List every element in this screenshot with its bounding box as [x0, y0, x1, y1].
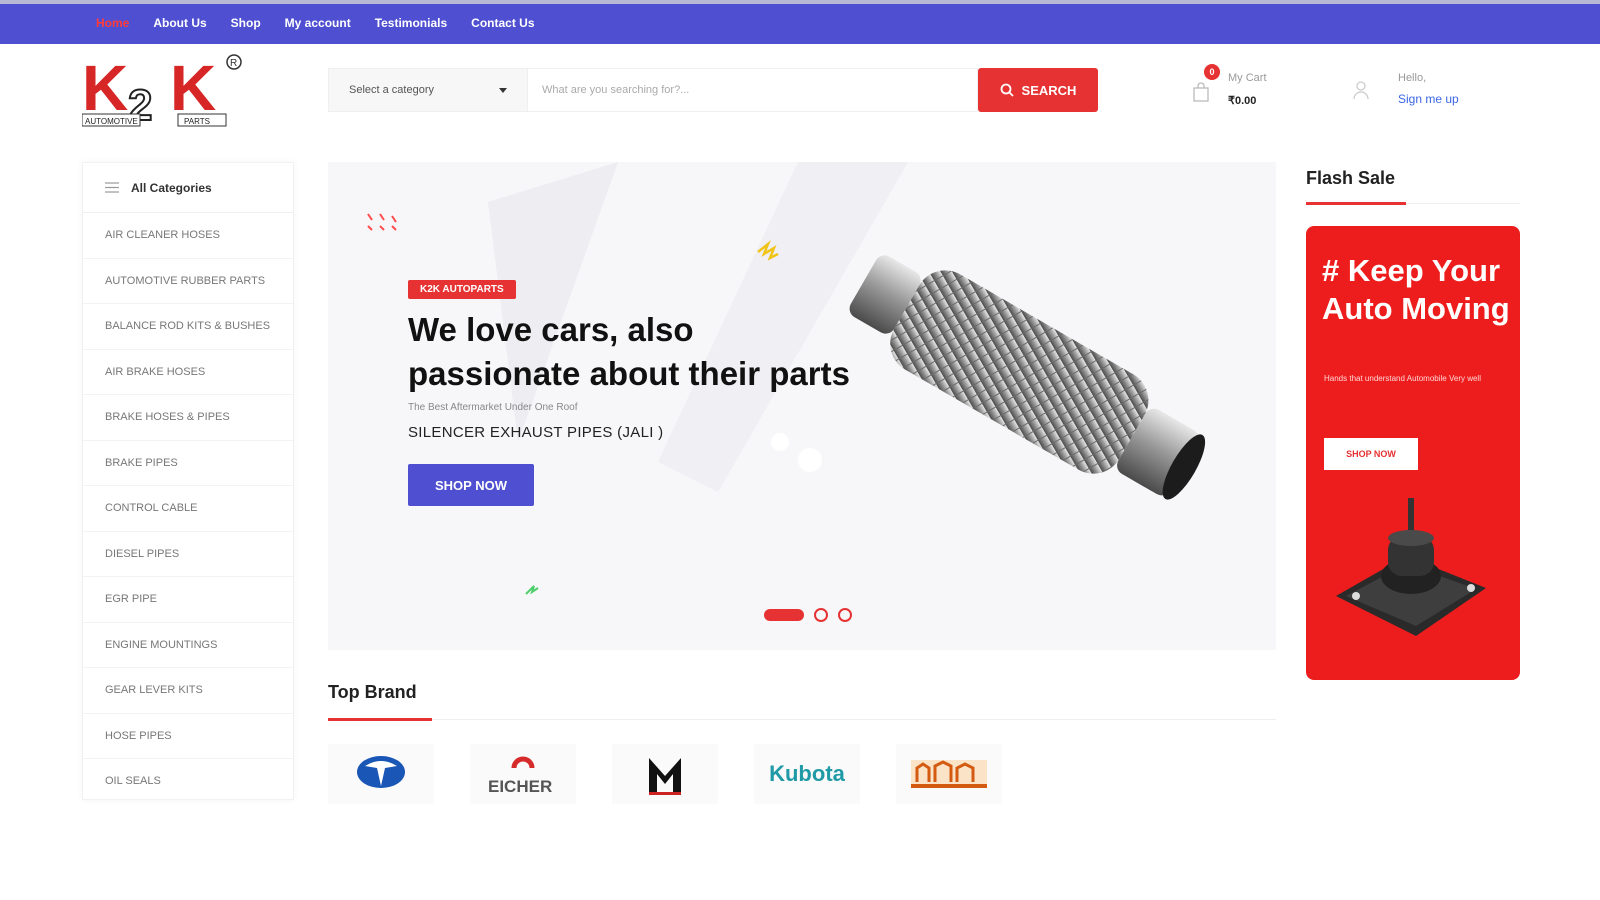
menu-icon	[105, 182, 119, 193]
eicher-logo: EICHER	[488, 756, 552, 796]
top-brand-underline	[328, 718, 432, 721]
category-item[interactable]: GEAR LEVER KITS	[83, 668, 293, 714]
brand-logo-mahindra[interactable]	[612, 744, 718, 804]
shopping-bag-icon	[1193, 82, 1209, 102]
slider-dots	[764, 608, 852, 622]
hero-shop-now-button[interactable]: SHOP NOW	[408, 464, 534, 506]
svg-text:R: R	[230, 58, 237, 69]
search-button-label: SEARCH	[1021, 82, 1077, 98]
category-list: AIR CLEANER HOSES AUTOMOTIVE RUBBER PART…	[83, 213, 293, 799]
svg-text:AUTOMOTIVE: AUTOMOTIVE	[85, 117, 138, 126]
brand-logo-sonalika[interactable]	[896, 744, 1002, 804]
hero-product-name: SILENCER EXHAUST PIPES (JALI )	[408, 424, 664, 441]
category-select[interactable]: Select a category	[328, 68, 528, 112]
category-select-label: Select a category	[349, 84, 434, 96]
slider-dot[interactable]	[838, 608, 852, 622]
svg-text:EICHER: EICHER	[488, 777, 552, 796]
search-button[interactable]: SEARCH	[978, 68, 1098, 112]
tata-logo	[357, 756, 405, 788]
brand-logo-eicher[interactable]: EICHER	[470, 744, 576, 804]
all-categories-label: All Categories	[131, 180, 212, 195]
user-icon	[1353, 81, 1369, 100]
category-item[interactable]: BRAKE HOSES & PIPES	[83, 395, 293, 441]
nav-item-testimonials[interactable]: Testimonials	[375, 16, 447, 30]
nav-item-contact[interactable]: Contact Us	[471, 16, 534, 30]
nav-item-shop[interactable]: Shop	[231, 16, 261, 30]
nav-item-my-account[interactable]: My account	[285, 16, 351, 30]
search-icon	[1000, 83, 1014, 97]
caret-down-icon	[499, 87, 507, 93]
slider-dot[interactable]	[814, 608, 828, 622]
hero-subtitle: The Best Aftermarket Under One Roof	[408, 402, 578, 413]
flash-sale-underline	[1306, 202, 1406, 205]
category-item[interactable]: BALANCE ROD KITS & BUSHES	[83, 304, 293, 350]
all-categories-header[interactable]: All Categories	[83, 163, 293, 213]
sign-up-link[interactable]: Sign me up	[1398, 92, 1459, 106]
top-brand-title: Top Brand	[328, 682, 417, 702]
engine-mount-image	[1336, 498, 1486, 636]
category-item[interactable]: HOSE PIPES	[83, 714, 293, 759]
promo-shop-now-button[interactable]: SHOP NOW	[1324, 438, 1418, 470]
brand-carousel: EICHER Kubota	[328, 744, 1002, 804]
sonalika-logo	[911, 760, 987, 788]
category-item[interactable]: BRAKE PIPES	[83, 441, 293, 486]
promo-headline: # Keep Your Auto Moving	[1322, 253, 1510, 326]
top-nav-bar: Home About Us Shop My account Testimonia…	[0, 0, 1600, 44]
flash-sale-title: Flash Sale	[1306, 168, 1396, 188]
top-nav-menu: Home About Us Shop My account Testimonia…	[96, 16, 535, 30]
category-sidebar: All Categories AIR CLEANER HOSES AUTOMOT…	[82, 162, 294, 800]
account-block: Hello, Sign me up	[1352, 66, 1492, 114]
cart-count-badge: 0	[1204, 64, 1220, 80]
category-item[interactable]: CONTROL CABLE	[83, 486, 293, 532]
kubota-logo-text: Kubota	[769, 761, 845, 786]
cart-total: ₹0.00	[1228, 95, 1257, 107]
hero-title: We love cars, also passionate about thei…	[408, 311, 850, 392]
hero-slider: K2K AUTOPARTS We love cars, also passion…	[328, 162, 1276, 650]
search-bar: Select a category SEARCH	[328, 68, 1104, 112]
brand-logo-tata[interactable]	[328, 744, 434, 804]
flash-sale-divider	[1406, 203, 1520, 204]
top-brand-divider	[432, 719, 1276, 720]
nav-item-home[interactable]: Home	[96, 16, 129, 30]
nav-item-about[interactable]: About Us	[153, 16, 206, 30]
site-logo[interactable]: K 2 K R AUTOMOTIVE PARTS	[81, 52, 248, 131]
slider-dot[interactable]	[764, 609, 804, 621]
exhaust-pipe-image	[849, 255, 1206, 500]
category-item[interactable]: DIESEL PIPES	[83, 532, 293, 577]
account-greeting: Hello,	[1398, 72, 1427, 84]
svg-text:PARTS: PARTS	[184, 117, 210, 126]
category-item[interactable]: AIR CLEANER HOSES	[83, 213, 293, 259]
flash-sale-banner[interactable]: # Keep Your Auto Moving Hands that under…	[1306, 226, 1520, 680]
brand-logo-kubota[interactable]: Kubota	[754, 744, 860, 804]
hero-tag-badge: K2K AUTOPARTS	[408, 280, 516, 299]
category-item[interactable]: ENGINE MOUNTINGS	[83, 623, 293, 668]
category-item[interactable]: OIL SEALS	[83, 759, 293, 799]
category-item[interactable]: AIR BRAKE HOSES	[83, 350, 293, 395]
category-item[interactable]: EGR PIPE	[83, 577, 293, 623]
promo-subtext: Hands that understand Automobile Very we…	[1324, 374, 1481, 383]
mahindra-logo	[649, 758, 681, 795]
search-input[interactable]	[528, 68, 978, 112]
cart-label: My Cart	[1228, 72, 1267, 84]
mini-cart[interactable]: 0 My Cart ₹0.00	[1190, 64, 1290, 112]
category-item[interactable]: AUTOMOTIVE RUBBER PARTS	[83, 259, 293, 304]
